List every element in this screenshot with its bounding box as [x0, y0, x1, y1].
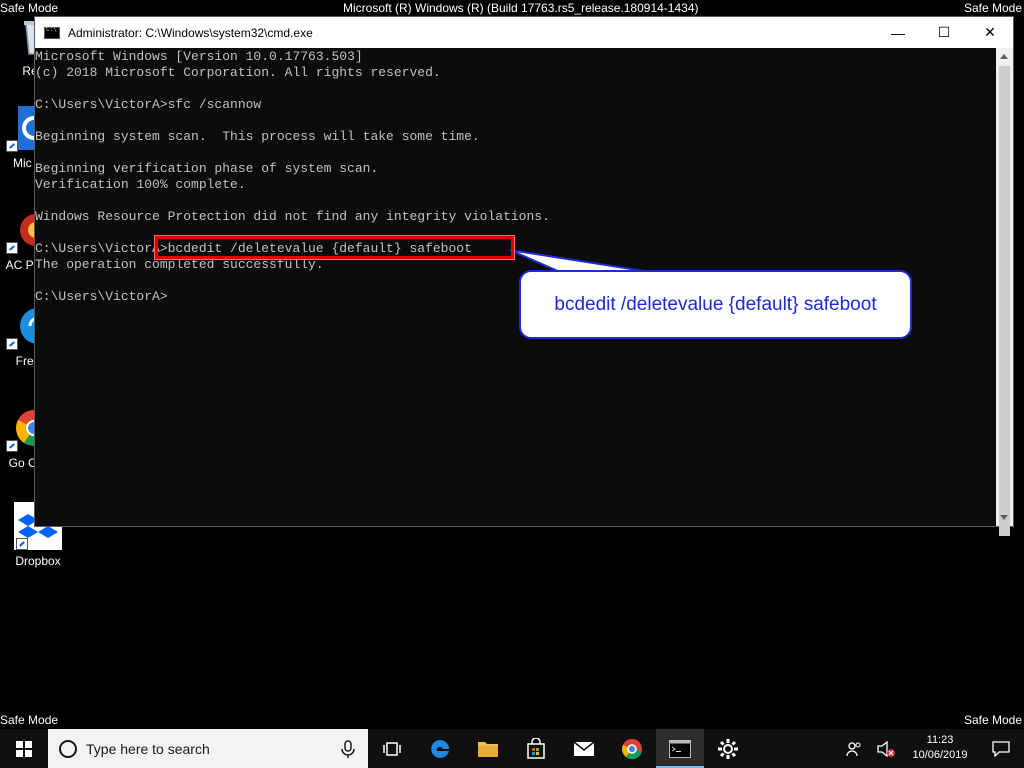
taskbar-chrome[interactable] [608, 729, 656, 768]
gear-icon [718, 738, 738, 759]
people-icon [846, 741, 861, 756]
store-bag-icon [527, 737, 545, 759]
people-button[interactable] [838, 729, 870, 768]
taskbar: Type here to search 11:23 10/06/2019 [0, 729, 1024, 768]
taskbar-file-explorer[interactable] [464, 729, 512, 768]
cortana-circle-icon [59, 739, 77, 758]
volume-button[interactable] [870, 729, 902, 768]
callout-text: bcdedit /deletevalue {default} safeboot [554, 293, 877, 315]
edge-icon [431, 739, 449, 758]
cmd-icon [669, 739, 691, 758]
taskbar-search-box[interactable]: Type here to search [48, 729, 368, 768]
notification-icon [992, 740, 1010, 757]
folder-icon [478, 741, 498, 757]
mail-icon [573, 740, 595, 756]
clock-date: 10/06/2019 [912, 749, 968, 761]
callout-bubble: bcdedit /deletevalue {default} safeboot [519, 270, 912, 339]
microphone-icon[interactable] [338, 739, 358, 759]
taskbar-clock[interactable]: 11:23 10/06/2019 [902, 729, 978, 768]
action-center-button[interactable] [978, 729, 1024, 768]
task-view-button[interactable] [368, 729, 416, 768]
clock-time: 11:23 [926, 734, 954, 746]
volume-muted-icon [877, 740, 895, 757]
command-highlight-box [155, 236, 514, 259]
task-view-icon [383, 741, 401, 756]
taskbar-store[interactable] [512, 729, 560, 768]
system-tray: 11:23 10/06/2019 [838, 729, 1024, 768]
taskbar-mail[interactable] [560, 729, 608, 768]
taskbar-settings[interactable] [704, 729, 752, 768]
chrome-icon [622, 738, 642, 759]
taskbar-cmd[interactable] [656, 729, 704, 768]
windows-logo-icon [16, 740, 32, 757]
search-placeholder: Type here to search [86, 740, 210, 757]
callout-pointer [509, 249, 651, 273]
start-button[interactable] [0, 729, 48, 768]
taskbar-edge[interactable] [416, 729, 464, 768]
